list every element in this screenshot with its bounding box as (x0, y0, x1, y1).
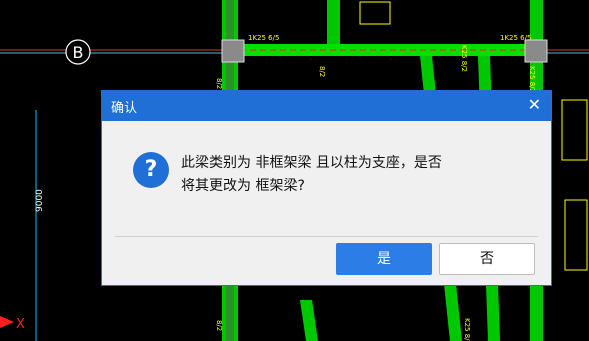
dialog-message-line2: 将其更改为 框架梁? (181, 178, 305, 194)
dialog-title: 确认 (111, 101, 138, 116)
beam-label: 1K25 6/5 (248, 34, 279, 42)
vertical-beam-mid (327, 0, 340, 44)
beam-label: K25 8/2 (463, 318, 471, 341)
dialog-message: 此梁类别为 非框架梁 且以柱为支座，是否 将其更改为 框架梁? (181, 152, 442, 198)
no-button[interactable]: 否 (439, 243, 535, 275)
dialog-titlebar: 确认 ✕ (102, 91, 551, 121)
dialog-message-line1: 此梁类别为 非框架梁 且以柱为支座，是否 (181, 155, 442, 171)
coord-x-label: X (16, 317, 25, 332)
axis-label: B (73, 43, 84, 62)
dialog-separator (115, 236, 538, 237)
yes-button[interactable]: 是 (336, 243, 432, 275)
beam-label: 8/2 (318, 66, 326, 77)
beam-label: 8/2 (215, 78, 223, 89)
column-right (524, 39, 548, 63)
confirm-dialog: 确认 ✕ ? 此梁类别为 非框架梁 且以柱为支座，是否 将其更改为 框架梁? 是… (101, 90, 552, 286)
column-left (221, 39, 245, 63)
dimension-label: 9000 (35, 189, 45, 212)
question-icon: ? (133, 152, 169, 188)
close-icon[interactable]: ✕ (528, 95, 541, 115)
beam-label: K25 8/2 (460, 45, 468, 72)
beam-label: 8/2 (215, 320, 223, 331)
beam-label: K25 8/2 (528, 66, 536, 93)
beam-label: 1K25 6/5 (500, 34, 531, 42)
